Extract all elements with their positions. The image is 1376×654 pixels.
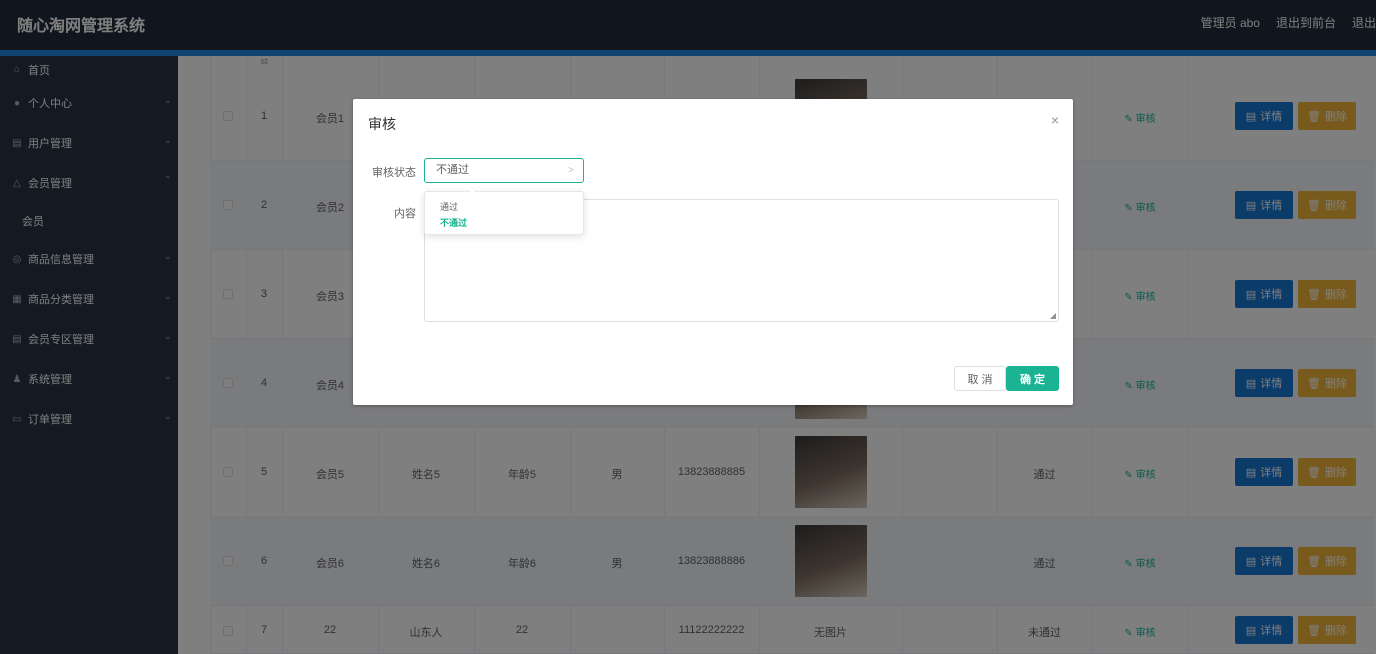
status-select-value: 不通过 xyxy=(436,164,469,176)
status-label: 审核状态 xyxy=(372,167,416,179)
dropdown-option-reject[interactable]: 不通过 xyxy=(425,215,583,231)
dialog-title: 审核 xyxy=(368,116,396,132)
status-select[interactable]: 不通过 > xyxy=(424,158,584,183)
content-label: 内容 xyxy=(394,208,416,220)
audit-dialog: 审核 × 审核状态 不通过 > 内容 ◢ 通过 不通过 取 消 确 定 xyxy=(353,99,1073,405)
confirm-button[interactable]: 确 定 xyxy=(1006,366,1059,391)
resize-grip-icon[interactable]: ◢ xyxy=(1050,311,1056,320)
dropdown-option-pass[interactable]: 通过 xyxy=(425,199,583,215)
chevron-right-icon: > xyxy=(568,165,574,176)
status-dropdown: 通过 不通过 xyxy=(424,191,584,235)
close-icon[interactable]: × xyxy=(1051,112,1059,128)
cancel-button[interactable]: 取 消 xyxy=(954,366,1006,391)
